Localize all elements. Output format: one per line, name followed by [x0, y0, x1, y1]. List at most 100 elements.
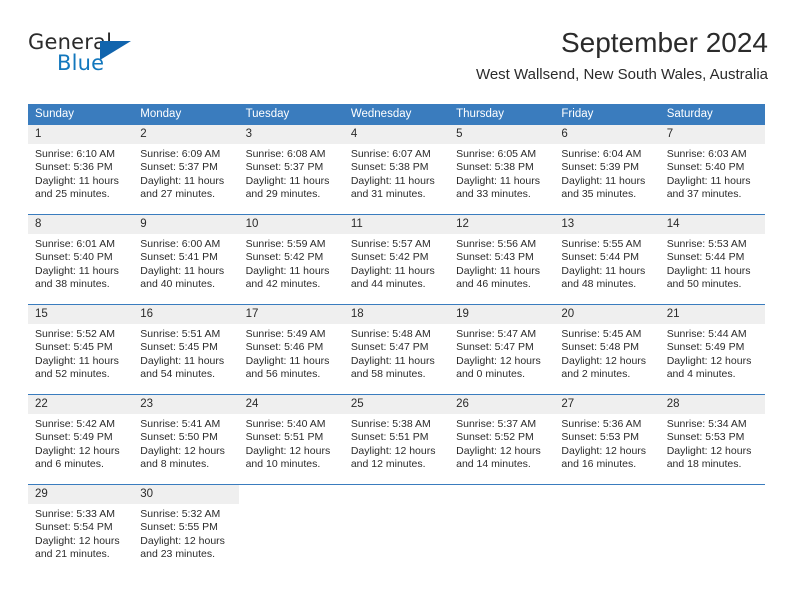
- calendar-day-cell[interactable]: 5 Sunrise: 6:05 AM Sunset: 5:38 PM Daylight…: [449, 125, 555, 214]
- daylight-text-line2: and 2 minutes.: [561, 368, 631, 381]
- sunset-text: Sunset: 5:36 PM: [35, 161, 113, 174]
- calendar-empty-cell: [449, 485, 554, 574]
- sunrise-text: Sunrise: 5:45 AM: [561, 328, 642, 340]
- calendar-day-cell[interactable]: 21 Sunrise: 5:44 AM Sunset: 5:49 PM Dayligh…: [659, 305, 765, 394]
- day-details: Sunrise: 5:53 AM Sunset: 5:44 PM Daylight:…: [660, 234, 765, 292]
- calendar-day-cell[interactable]: 30 Sunrise: 5:32 AM Sunset: 5:55 PM Dayligh…: [133, 485, 239, 574]
- daylight-text-line2: and 0 minutes.: [456, 368, 526, 381]
- calendar-day-cell[interactable]: 6 Sunrise: 6:04 AM Sunset: 5:39 PM Daylight…: [554, 125, 660, 214]
- daylight-text-line2: and 12 minutes.: [350, 458, 426, 471]
- sunrise-text: Sunrise: 6:07 AM: [350, 148, 431, 160]
- calendar-day-cell[interactable]: 27 Sunrise: 5:36 AM Sunset: 5:53 PM Dayligh…: [554, 395, 660, 484]
- sunset-text: Sunset: 5:42 PM: [350, 251, 429, 264]
- calendar-day-cell[interactable]: 10 Sunrise: 5:59 AM Sunset: 5:42 PM Dayligh…: [238, 215, 344, 304]
- day-details: Sunrise: 5:59 AM Sunset: 5:42 PM Daylight:…: [239, 234, 344, 292]
- sunset-text: Sunset: 5:47 PM: [350, 341, 429, 354]
- calendar-day-cell[interactable]: 26 Sunrise: 5:37 AM Sunset: 5:52 PM Dayligh…: [449, 395, 555, 484]
- calendar-day-cell[interactable]: 9 Sunrise: 6:00 AM Sunset: 5:41 PM Daylight…: [133, 215, 239, 304]
- calendar-day-cell[interactable]: 23 Sunrise: 5:41 AM Sunset: 5:50 PM Dayligh…: [133, 395, 239, 484]
- daylight-text-line2: and 38 minutes.: [35, 278, 110, 291]
- day-details: Sunrise: 6:04 AM Sunset: 5:39 PM Daylight:…: [554, 144, 659, 202]
- day-number: 11: [350, 218, 363, 230]
- day-details: Sunrise: 5:57 AM Sunset: 5:42 PM Daylight:…: [344, 234, 449, 292]
- calendar-day-cell[interactable]: 28 Sunrise: 5:34 AM Sunset: 5:53 PM Dayligh…: [659, 395, 765, 484]
- daylight-text-line2: and 52 minutes.: [35, 368, 110, 381]
- calendar-day-cell[interactable]: 22 Sunrise: 5:42 AM Sunset: 5:49 PM Dayligh…: [28, 395, 134, 484]
- day-number: 27: [561, 398, 575, 410]
- day-number-bar: 15: [28, 305, 134, 324]
- calendar-day-cell[interactable]: 2 Sunrise: 6:09 AM Sunset: 5:37 PM Daylight…: [133, 125, 239, 214]
- daylight-text-line2: and 16 minutes.: [561, 458, 637, 471]
- day-number-bar: 11: [343, 215, 450, 234]
- daylight-text-line1: Daylight: 11 hours: [140, 354, 225, 367]
- calendar-day-cell[interactable]: 7 Sunrise: 6:03 AM Sunset: 5:40 PM Daylight…: [659, 125, 765, 214]
- title-block: September 2024 West Wallsend, New South …: [476, 26, 768, 84]
- sunset-text: Sunset: 5:51 PM: [245, 431, 324, 444]
- calendar-day-cell[interactable]: 11 Sunrise: 5:57 AM Sunset: 5:42 PM Dayligh…: [343, 215, 450, 304]
- day-details: Sunrise: 5:34 AM Sunset: 5:53 PM Daylight:…: [660, 414, 765, 472]
- day-details: Sunrise: 6:10 AM Sunset: 5:36 PM Daylight:…: [28, 144, 133, 202]
- day-number-bar: 22: [28, 395, 134, 414]
- day-number-bar: 7: [659, 125, 765, 144]
- weekday-header-monday: Monday: [140, 108, 182, 120]
- sunset-text: Sunset: 5:50 PM: [140, 431, 218, 444]
- sunset-text: Sunset: 5:37 PM: [245, 161, 324, 174]
- daylight-text-line1: Daylight: 11 hours: [666, 264, 751, 277]
- calendar-day-cell[interactable]: 1 Sunrise: 6:10 AM Sunset: 5:36 PM Daylight…: [28, 125, 134, 214]
- calendar-day-cell[interactable]: 13 Sunrise: 5:55 AM Sunset: 5:44 PM Dayligh…: [554, 215, 660, 304]
- calendar-day-cell[interactable]: 18 Sunrise: 5:48 AM Sunset: 5:47 PM Dayligh…: [343, 305, 450, 394]
- calendar-day-cell[interactable]: 3 Sunrise: 6:08 AM Sunset: 5:37 PM Daylight…: [238, 125, 344, 214]
- sunset-text: Sunset: 5:54 PM: [35, 521, 113, 534]
- calendar-day-cell[interactable]: 24 Sunrise: 5:40 AM Sunset: 5:51 PM Dayligh…: [238, 395, 344, 484]
- day-details: Sunrise: 6:08 AM Sunset: 5:37 PM Daylight:…: [239, 144, 344, 202]
- calendar-day-cell[interactable]: 25 Sunrise: 5:38 AM Sunset: 5:51 PM Dayligh…: [343, 395, 450, 484]
- daylight-text-line1: Daylight: 12 hours: [666, 444, 752, 457]
- day-number: 18: [350, 308, 364, 320]
- daylight-text-line1: Daylight: 11 hours: [350, 174, 435, 187]
- blue-triangle-icon: [100, 41, 131, 60]
- day-number-bar: 14: [659, 215, 765, 234]
- sunrise-text: Sunrise: 6:08 AM: [245, 148, 326, 160]
- sunset-text: Sunset: 5:41 PM: [140, 251, 218, 264]
- calendar-day-cell[interactable]: 14 Sunrise: 5:53 AM Sunset: 5:44 PM Dayligh…: [659, 215, 765, 304]
- calendar-day-cell[interactable]: 16 Sunrise: 5:51 AM Sunset: 5:45 PM Dayligh…: [133, 305, 239, 394]
- daylight-text-line2: and 14 minutes.: [456, 458, 531, 471]
- day-number: 14: [666, 218, 680, 230]
- day-details: Sunrise: 5:47 AM Sunset: 5:47 PM Daylight:…: [449, 324, 554, 382]
- daylight-text-line1: Daylight: 11 hours: [140, 174, 225, 187]
- calendar-grid: Sunday Monday Tuesday Wednesday Thursday…: [28, 104, 765, 574]
- day-number: 20: [561, 308, 575, 320]
- calendar-day-cell[interactable]: 29 Sunrise: 5:33 AM Sunset: 5:54 PM Dayligh…: [28, 485, 134, 574]
- day-number-bar: 12: [449, 215, 555, 234]
- sunset-text: Sunset: 5:43 PM: [456, 251, 534, 264]
- calendar-day-cell[interactable]: 15 Sunrise: 5:52 AM Sunset: 5:45 PM Dayligh…: [28, 305, 134, 394]
- daylight-text-line1: Daylight: 11 hours: [561, 174, 646, 187]
- daylight-text-line2: and 27 minutes.: [140, 188, 215, 201]
- calendar-day-cell[interactable]: 12 Sunrise: 5:56 AM Sunset: 5:43 PM Dayligh…: [449, 215, 555, 304]
- calendar-empty-cell: [554, 485, 659, 574]
- calendar-day-cell[interactable]: 17 Sunrise: 5:49 AM Sunset: 5:46 PM Dayligh…: [238, 305, 344, 394]
- sunset-text: Sunset: 5:51 PM: [350, 431, 429, 444]
- calendar-day-cell[interactable]: 8 Sunrise: 6:01 AM Sunset: 5:40 PM Daylight…: [28, 215, 134, 304]
- brand-logo[interactable]: General Blue: [28, 30, 148, 86]
- day-number-bar: 21: [659, 305, 765, 324]
- day-number: 7: [666, 128, 674, 140]
- calendar-day-cell[interactable]: 4 Sunrise: 6:07 AM Sunset: 5:38 PM Daylight…: [343, 125, 450, 214]
- day-number-bar: 25: [343, 395, 450, 414]
- day-number-bar: 4: [343, 125, 450, 144]
- day-number: 1: [35, 128, 42, 140]
- sunrise-text: Sunrise: 5:57 AM: [350, 238, 431, 250]
- calendar-day-cell[interactable]: 19 Sunrise: 5:47 AM Sunset: 5:47 PM Dayligh…: [449, 305, 555, 394]
- day-details: Sunrise: 5:51 AM Sunset: 5:45 PM Daylight:…: [133, 324, 238, 382]
- day-details: Sunrise: 5:32 AM Sunset: 5:55 PM Daylight:…: [133, 504, 238, 562]
- sunrise-text: Sunrise: 6:04 AM: [561, 148, 642, 160]
- daylight-text-line1: Daylight: 11 hours: [245, 264, 330, 277]
- day-details: Sunrise: 5:38 AM Sunset: 5:51 PM Daylight:…: [344, 414, 449, 472]
- day-number-bar: 29: [28, 485, 134, 504]
- calendar-day-cell[interactable]: 20 Sunrise: 5:45 AM Sunset: 5:48 PM Dayligh…: [554, 305, 660, 394]
- day-number-bar: 2: [133, 125, 239, 144]
- sunset-text: Sunset: 5:49 PM: [35, 431, 113, 444]
- day-number-bar: 30: [133, 485, 239, 504]
- calendar-page: General Blue September 2024 West Wallsen…: [0, 0, 792, 612]
- day-number: 24: [245, 398, 259, 410]
